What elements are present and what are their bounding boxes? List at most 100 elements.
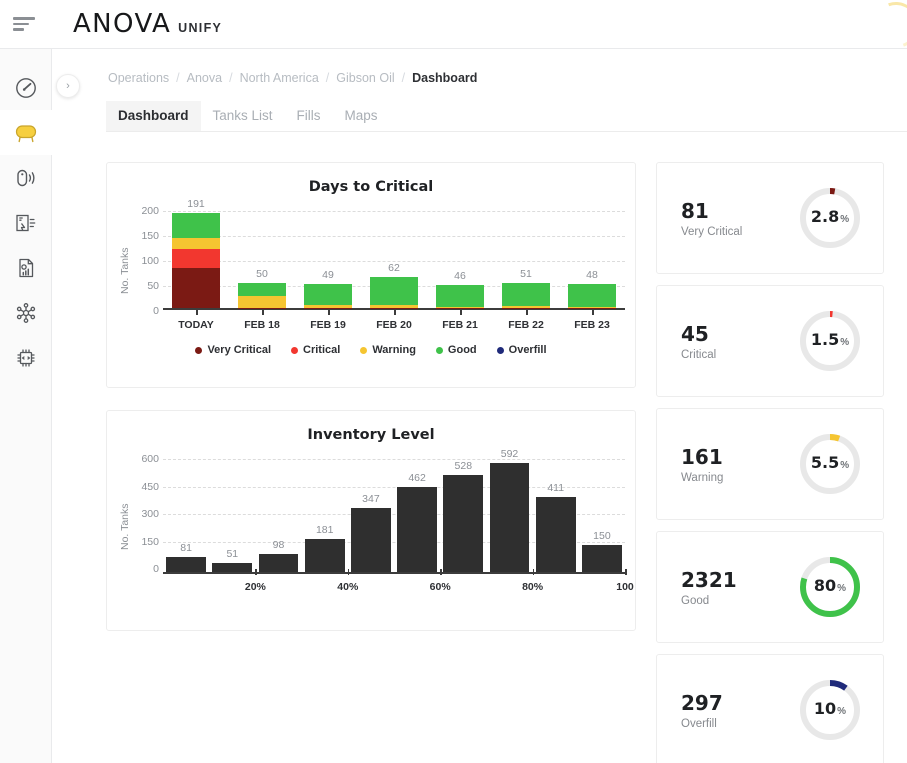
sidebar-item-dashboard[interactable] [0, 65, 52, 110]
bar-group[interactable]: 347 [348, 459, 394, 572]
bar-value-label: 411 [547, 481, 565, 494]
kpi-card-critical[interactable]: 45 Critical 1.5% [656, 285, 884, 397]
y-tick: 150 [141, 230, 159, 242]
bar-value-label: 51 [226, 547, 239, 560]
kpi-text: 297 Overfill [681, 691, 723, 730]
bar [582, 544, 622, 572]
y-tick: 50 [147, 280, 159, 292]
y-tick: 450 [141, 480, 159, 493]
breadcrumb-item-1[interactable]: Anova [187, 71, 222, 85]
legend-item[interactable]: Good [435, 344, 477, 356]
sidebar-item-reports[interactable] [0, 245, 52, 290]
kpi-card-warning[interactable]: 161 Warning 5.5% [656, 408, 884, 520]
legend-item[interactable]: Overfill [496, 344, 547, 356]
device-icon [14, 346, 38, 370]
kpi-percent-group: 2.8% [797, 185, 863, 251]
kpi-value: 161 [681, 444, 723, 469]
tab-bar: Dashboard Tanks List Fills Maps [106, 101, 907, 132]
bar-value-label: 150 [593, 529, 611, 542]
bar-group[interactable]: 81 [163, 459, 209, 572]
charts-column: Days to Critical No. Tanks 0 50 100 150 200 … [106, 162, 636, 762]
sidebar-item-devices[interactable] [0, 335, 52, 380]
bar-stack [501, 282, 551, 308]
kpi-value: 297 [681, 690, 723, 715]
bar-value-label: 62 [388, 262, 400, 274]
kpi-donut-chart: 1.5% [797, 308, 863, 374]
axis-tick [394, 309, 396, 315]
bar-value-label: 191 [187, 197, 205, 210]
bar-group[interactable]: 528 [440, 459, 486, 572]
bar-group[interactable]: 150 [579, 459, 625, 572]
kpi-donut-chart: 80% [797, 554, 863, 620]
breadcrumb-item-0[interactable]: Operations [108, 71, 169, 85]
legend-item[interactable]: Warning [360, 344, 416, 356]
bar-group[interactable]: 98 [255, 459, 301, 572]
bar-group[interactable]: 592 [486, 448, 532, 572]
kpi-percent-group: 10% [797, 677, 863, 743]
brand-logo[interactable]: ANOVA UNIFY [73, 9, 222, 39]
sidebar-item-sensors[interactable] [0, 155, 52, 200]
bar-group[interactable]: 48 [559, 211, 625, 315]
bar-group[interactable]: 181 [302, 459, 348, 572]
sidebar-item-fills[interactable] [0, 200, 52, 245]
bar-group[interactable]: 51 [209, 459, 255, 572]
kpi-label: Critical [681, 348, 717, 361]
chart-title-days-to-critical: Days to Critical [308, 179, 434, 195]
legend-color-dot [496, 346, 504, 354]
bar-stack [237, 283, 287, 308]
kpi-percent-value: 10 [813, 699, 837, 718]
breadcrumb-item-2[interactable]: North America [240, 71, 319, 85]
legend-item[interactable]: Very Critical [195, 344, 271, 356]
kpi-donut-chart: 10% [797, 677, 863, 743]
kpi-value: 45 [681, 321, 709, 346]
hamburger-icon[interactable] [13, 7, 47, 41]
tab-dashboard[interactable]: Dashboard [106, 101, 201, 131]
legend-item[interactable]: Critical [291, 344, 340, 356]
legend-color-dot [195, 346, 203, 354]
bar-group[interactable]: 191 [163, 198, 229, 315]
bar [351, 508, 391, 572]
x-tick-label: FEB 20 [376, 319, 412, 331]
bar-value-label: 98 [272, 539, 285, 552]
days-to-critical-chart-card: Days to Critical No. Tanks 0 50 100 150 200 … [106, 162, 636, 388]
breadcrumb: Operations / Anova / North America / Gib… [108, 71, 907, 85]
fills-icon [13, 211, 39, 235]
axis-tick [255, 569, 257, 575]
bar [489, 463, 530, 572]
x-axis-labels-inventory: 20% 40% 60% 80% 100 [163, 569, 634, 594]
legend-label: Good [447, 344, 477, 356]
bar-group[interactable]: 50 [229, 211, 295, 315]
bar-stack [171, 212, 221, 308]
kpi-percent-symbol: % [837, 706, 847, 717]
plot-area-days: 191 50 49 62 46 51 48 [163, 198, 625, 315]
bar-group[interactable]: 462 [394, 459, 440, 572]
kpi-value: 2321 [681, 567, 737, 592]
y-tick: 0 [153, 563, 159, 575]
bar-group[interactable]: 46 [427, 211, 493, 315]
y-tick: 600 [141, 453, 159, 465]
bar-group[interactable]: 62 [361, 211, 427, 315]
tab-tanks-list[interactable]: Tanks List [201, 101, 285, 131]
bar-segment-very-critical [369, 307, 419, 308]
bar-segment-warning [237, 295, 287, 308]
kpi-percent-value: 1.5 [810, 330, 840, 349]
breadcrumb-item-3[interactable]: Gibson Oil [336, 71, 394, 85]
tank-icon [12, 121, 40, 145]
bar-group[interactable]: 411 [533, 459, 579, 572]
tab-fills[interactable]: Fills [285, 101, 333, 131]
bar-segment-very-critical [303, 307, 353, 308]
bar-segment-very-critical [237, 307, 287, 308]
bar-group[interactable]: 51 [493, 211, 559, 315]
legend-label: Very Critical [207, 344, 272, 356]
sidebar-item-network[interactable] [0, 290, 52, 335]
axis-tick [592, 309, 594, 315]
kpi-card-good[interactable]: 2321 Good 80% [656, 531, 884, 643]
kpi-card-very-critical[interactable]: 81 Very Critical 2.8% [656, 162, 884, 274]
tab-maps[interactable]: Maps [333, 101, 390, 131]
kpi-card-overfill[interactable]: 297 Overfill 10% [656, 654, 884, 763]
sidebar-expand-button[interactable]: › [56, 74, 80, 98]
axis-tick [460, 309, 462, 315]
sidebar-item-tanks[interactable] [0, 110, 52, 155]
bar-segment-good [237, 283, 287, 296]
bar-group[interactable]: 49 [295, 211, 361, 315]
